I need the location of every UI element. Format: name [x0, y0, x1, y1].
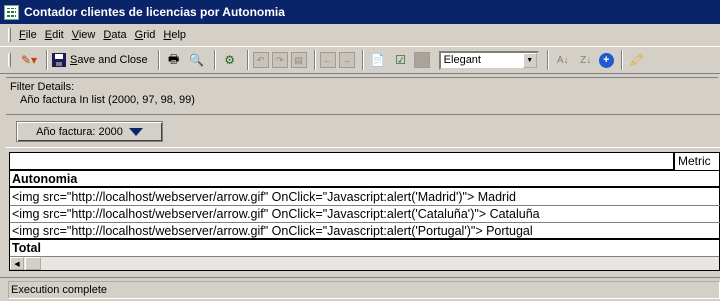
- scroll-left-icon[interactable]: ◀: [10, 257, 24, 270]
- toolbar: ✎▾ Save and Close 🖶 🔍 ⚙ ↶ ↷ ▤ ← → 📄 ☑ El…: [0, 46, 720, 74]
- horizontal-scrollbar[interactable]: ◀: [10, 256, 719, 270]
- status-bar: Execution complete: [0, 277, 720, 301]
- toolbar-grip: [8, 53, 11, 67]
- metric-header[interactable]: Metric: [673, 153, 720, 171]
- move-left-icon[interactable]: ←: [319, 52, 336, 68]
- grid-app-icon: [4, 4, 19, 20]
- filter-details: Filter Details: Año factura In list (200…: [6, 77, 718, 108]
- scroll-thumb[interactable]: [25, 257, 41, 270]
- sql-view-icon[interactable]: ▤: [290, 52, 307, 68]
- menu-file[interactable]: File: [19, 29, 37, 41]
- menu-grid[interactable]: Grid: [135, 29, 156, 41]
- pen-dropdown-icon[interactable]: ✎▾: [19, 50, 39, 70]
- print-preview-icon[interactable]: 🔍: [187, 50, 207, 70]
- menu-view[interactable]: View: [72, 29, 96, 41]
- print-icon[interactable]: 🖶: [164, 50, 184, 70]
- title-bar: Contador clientes de licencias por Auton…: [0, 0, 720, 24]
- table-row[interactable]: <img src="http://localhost/webserver/arr…: [10, 206, 720, 223]
- save-and-close-button[interactable]: Save and Close: [52, 50, 148, 70]
- grid-header-row: [10, 153, 673, 171]
- page-by-bar: Año factura: 2000: [6, 114, 720, 148]
- table-row[interactable]: <img src="http://localhost/webserver/arr…: [10, 223, 720, 240]
- sort-descending-icon[interactable]: Z↓: [576, 50, 596, 70]
- document-view-icon[interactable]: 📄: [368, 50, 388, 70]
- redo-icon[interactable]: ↷: [271, 52, 288, 68]
- report-grid: Metric Autonomia <img src="http://localh…: [9, 152, 720, 271]
- chevron-down-icon[interactable]: ▼: [522, 52, 537, 68]
- add-icon[interactable]: +: [598, 52, 614, 68]
- export-icon[interactable]: ⚙: [220, 50, 240, 70]
- filter-value: Año factura In list (2000, 97, 98, 99): [20, 94, 195, 106]
- lightbulb-icon[interactable]: 🖍: [627, 50, 647, 70]
- move-right-icon[interactable]: →: [338, 52, 355, 68]
- row-header-autonomia[interactable]: Autonomia: [10, 171, 720, 188]
- table-row[interactable]: <img src="http://localhost/webserver/arr…: [10, 189, 720, 206]
- menu-data[interactable]: Data: [103, 29, 126, 41]
- status-text: Execution complete: [8, 280, 720, 299]
- menu-edit[interactable]: Edit: [45, 29, 64, 41]
- window-title: Contador clientes de licencias por Auton…: [24, 5, 285, 19]
- menu-help[interactable]: Help: [163, 29, 186, 41]
- triangle-down-icon: [128, 127, 143, 136]
- style-select[interactable]: Elegant ▼: [438, 50, 539, 70]
- undo-icon[interactable]: ↶: [252, 52, 269, 68]
- total-row[interactable]: Total: [10, 240, 720, 257]
- page-by-dropdown[interactable]: Año factura: 2000: [16, 121, 163, 142]
- floppy-disk-icon: [52, 53, 66, 67]
- page-by-label: Año factura: 2000: [36, 125, 123, 138]
- menubar-grip: [8, 28, 11, 42]
- blank-tool-icon[interactable]: [413, 52, 430, 68]
- edit-report-icon[interactable]: ☑: [391, 50, 411, 70]
- filter-label: Filter Details:: [10, 81, 75, 93]
- menu-bar: File Edit View Data Grid Help: [0, 26, 720, 44]
- sort-ascending-icon[interactable]: A↓: [553, 50, 573, 70]
